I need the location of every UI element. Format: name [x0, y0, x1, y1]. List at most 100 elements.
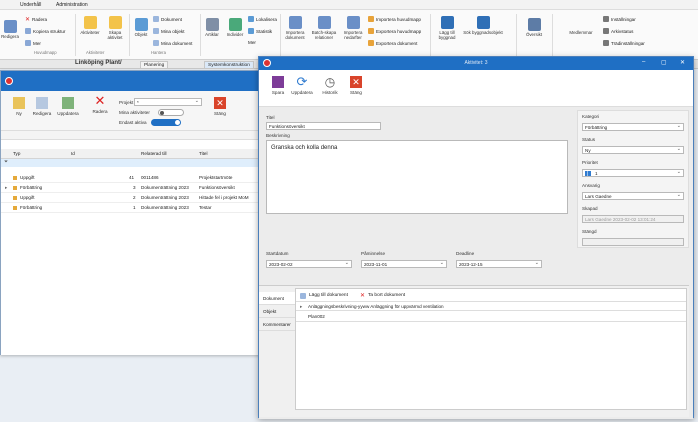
importera-huvudmapp-button[interactable]: Importera huvudmapp: [368, 16, 421, 22]
minimize-icon[interactable]: –: [642, 59, 645, 65]
table-row[interactable]: Förbättring 1 Dokumenträttning 2023 Test…: [1, 203, 274, 213]
refresh-icon: ⟳: [296, 74, 308, 89]
export-folder-icon: [368, 28, 374, 34]
dialog-body: Titel Funktionsöversikt Beskrivning Gran…: [259, 107, 693, 419]
mer-button[interactable]: Mer: [25, 40, 41, 46]
mer2-button[interactable]: Mer: [248, 40, 256, 45]
import-folder-icon: [368, 16, 374, 22]
historik-button[interactable]: ◷ Historik: [319, 76, 341, 95]
mina-aktiviteter-label: Mina aktiviteter: [119, 110, 150, 115]
table-row[interactable]: Uppgift 41 0011486 Projektstartmöte: [1, 173, 274, 183]
lokalisera-button[interactable]: Lokalisera: [248, 16, 277, 22]
expand-icon[interactable]: ▸: [5, 185, 7, 191]
tab-objekt[interactable]: Objekt: [259, 305, 295, 318]
artiklar-button[interactable]: Artiklar: [202, 18, 222, 37]
statistik-button[interactable]: Statistik: [248, 28, 272, 34]
table-row[interactable]: Uppgift 2 Dokumenträttning 2023 Hittade …: [1, 193, 274, 203]
tab-kommentarer[interactable]: Kommentarer: [259, 318, 295, 331]
oversikt-button[interactable]: Översikt: [522, 18, 546, 37]
delete-icon: ✕: [94, 93, 106, 108]
redigera-button[interactable]: Redigera: [0, 20, 20, 39]
column-titel[interactable]: Titel: [199, 151, 208, 156]
importera-nedarfter-button[interactable]: Importera nedarfter: [340, 16, 366, 40]
mina-objekt-button[interactable]: Mina objekt: [153, 28, 185, 34]
filter-icon: ⏷: [4, 159, 9, 165]
stang-list-button[interactable]: ✕ Stäng: [209, 97, 231, 116]
lagg-till-byggnad-button[interactable]: Lägg till byggnad: [433, 16, 461, 40]
dialog-title: Aktivitet: 3: [464, 60, 488, 66]
edit-icon: [36, 97, 48, 109]
exportera-huvudmapp-button[interactable]: Exportera huvudmapp: [368, 28, 421, 34]
list-item[interactable]: ▸ Anläggningsbeskrivning-yyww Anläggning…: [296, 301, 686, 311]
export-document-icon: [368, 40, 374, 46]
maximize-icon[interactable]: ▢: [661, 59, 667, 66]
kategori-label: Kategori: [582, 114, 600, 119]
close-window-icon[interactable]: ✕: [680, 59, 685, 66]
prioritet-label: Prioritet: [582, 160, 598, 165]
delete-icon: ✕: [360, 293, 366, 299]
ansvarig-select[interactable]: Lars Gaedne: [582, 192, 684, 200]
uppdatera-list-button[interactable]: Uppdatera: [56, 97, 80, 116]
column-relaterad[interactable]: Relaterad till: [141, 151, 167, 156]
import-document-icon: [288, 16, 302, 29]
skapad-value: Lars Gaedne 2023-02-02 13:01:24: [582, 215, 684, 223]
endast-aktiva-toggle[interactable]: [151, 119, 181, 126]
mina-aktiviteter-toggle[interactable]: [158, 109, 184, 116]
kopiera-struktur-button[interactable]: Kopiera struktur: [25, 28, 65, 34]
task-icon: [13, 176, 17, 180]
installningar-button[interactable]: Inställningar: [603, 16, 636, 22]
startdatum-datepicker[interactable]: 2023-02-02: [266, 260, 352, 268]
menu-administration[interactable]: Administration: [56, 2, 88, 8]
ansvarig-label: Ansvarig: [582, 183, 600, 188]
projekt-select[interactable]: *: [134, 98, 202, 106]
activity-list-titlebar: [1, 71, 274, 91]
remove-document-button[interactable]: ✕ Ta bort dokument: [360, 291, 405, 300]
importera-dokument-button[interactable]: Importera dokument: [282, 16, 308, 40]
tab-planering[interactable]: Planering: [140, 61, 169, 68]
status-select[interactable]: Ny: [582, 146, 684, 154]
dokument-button[interactable]: Dokument: [153, 16, 182, 22]
grid-filter-row[interactable]: ⏷: [1, 159, 274, 167]
history-icon: ◷: [324, 75, 336, 89]
ny-button[interactable]: Ny: [9, 97, 29, 116]
titel-input[interactable]: Funktionsöversikt: [266, 122, 381, 130]
tab-dokument[interactable]: Dokument: [259, 292, 295, 305]
uppdatera-dialog-button[interactable]: ⟳ Uppdatera: [289, 74, 315, 95]
aktiviteter-button[interactable]: Aktiviteter: [78, 16, 102, 35]
exportera-dokument-button[interactable]: Exportera dokument: [368, 40, 417, 46]
skapa-aktivitet-button[interactable]: Skapa aktivitet: [104, 16, 126, 40]
radera-list-button[interactable]: ✕ Radera: [89, 93, 111, 114]
radera-button[interactable]: ✕ Radera: [25, 16, 47, 23]
tradinstallningar-button[interactable]: Trädinställningar: [603, 40, 645, 46]
tab-systemkonstruktion[interactable]: Systemkonstruktion: [204, 61, 254, 68]
prioritet-select[interactable]: 1: [582, 169, 684, 177]
redigera-list-button[interactable]: Redigera: [31, 97, 53, 116]
improvement-icon: [13, 186, 17, 190]
stang-dialog-button[interactable]: ✕ Stäng: [345, 76, 367, 95]
expand-icon[interactable]: ▸: [300, 304, 302, 310]
add-document-icon: [300, 292, 306, 299]
batch-skapa-button[interactable]: Batch-skapa relationer: [310, 16, 338, 40]
stangd-label: Stängd: [582, 229, 597, 234]
individer-button[interactable]: Individer: [224, 18, 246, 37]
column-id[interactable]: Id: [71, 151, 75, 156]
list-item[interactable]: Plan002: [296, 312, 686, 322]
beskrivning-textarea[interactable]: Granska och kolla denna: [266, 140, 568, 214]
kategori-select[interactable]: Förbättring: [582, 123, 684, 131]
mina-dokument-button[interactable]: Mina dokument: [153, 40, 192, 46]
sok-byggnadsobjekt-button[interactable]: Sök byggnadsobjekt: [463, 16, 503, 35]
improvement-icon: [13, 206, 17, 210]
projekt-label: Projekt: [119, 100, 134, 105]
medlemmar-button[interactable]: Medlemmar: [566, 30, 596, 35]
table-row[interactable]: ▸ Förbättring 3 Dokumenträttning 2023 Fu…: [1, 183, 274, 193]
menu-underhall[interactable]: Underhåll: [20, 2, 41, 8]
objekt-button[interactable]: Objekt: [131, 18, 151, 37]
my-objects-icon: [153, 28, 159, 34]
paminnelse-datepicker[interactable]: 2023-11-01: [361, 260, 447, 268]
arkivstatus-button[interactable]: Arkivstatus: [603, 28, 633, 34]
deadline-datepicker[interactable]: 2023-12-15: [456, 260, 542, 268]
column-typ[interactable]: Typ: [13, 151, 20, 156]
dialog-toolbar: Spara ⟳ Uppdatera ◷ Historik ✕ Stäng: [259, 70, 693, 107]
add-document-button[interactable]: Lägg till dokument: [300, 291, 348, 300]
spara-button[interactable]: Spara: [267, 76, 289, 95]
